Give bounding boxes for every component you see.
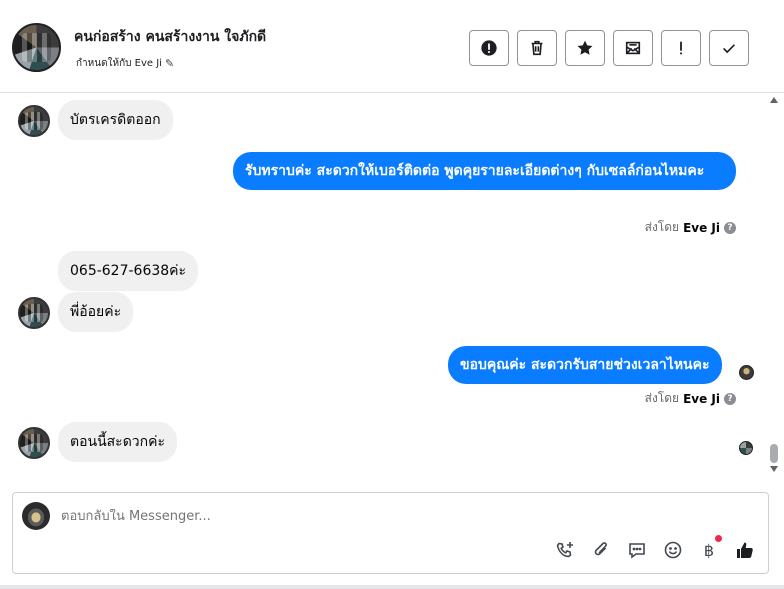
star-button[interactable] bbox=[565, 30, 605, 66]
mark-spam-button[interactable] bbox=[469, 30, 509, 66]
scroll-down-arrow[interactable] bbox=[770, 466, 778, 472]
incoming-message[interactable]: พี่อ้อยค่ะ bbox=[58, 292, 134, 332]
contact-avatar-small bbox=[18, 427, 50, 459]
star-icon bbox=[577, 40, 593, 55]
conversation-header: คนก่อสร้าง คนสร้างงาน ใจภักดี กำหนดให้กั… bbox=[0, 0, 784, 93]
reply-input[interactable] bbox=[61, 509, 561, 524]
sent-by-label: ส่งโดย Eve Ji ? bbox=[645, 389, 736, 408]
baht-icon: ฿ bbox=[703, 540, 715, 560]
call-add-icon[interactable] bbox=[554, 539, 576, 561]
delete-button[interactable] bbox=[517, 30, 557, 66]
attachment-icon[interactable] bbox=[590, 539, 612, 561]
message-thread: บัตรเครดิตออก รับทราบค่ะ สะดวกให้เบอร์ติ… bbox=[0, 94, 784, 486]
exclamation-icon bbox=[680, 41, 682, 55]
read-receipt-avatar bbox=[739, 365, 754, 380]
sent-by-prefix: ส่งโดย bbox=[644, 391, 680, 405]
contact-name[interactable]: คนก่อสร้าง คนสร้างงาน ใจภักดี bbox=[74, 26, 266, 48]
seen-avatar bbox=[739, 441, 753, 455]
envelope-icon bbox=[625, 41, 641, 55]
outgoing-message[interactable]: ขอบคุณค่ะ สะดวกรับสายช่วงเวลาไหนคะ bbox=[448, 346, 722, 384]
emoji-icon[interactable] bbox=[662, 539, 684, 561]
sent-by-name: Eve Ji bbox=[683, 391, 720, 406]
contact-avatar[interactable] bbox=[12, 23, 61, 72]
notification-dot bbox=[715, 535, 722, 542]
sent-by-label: ส่งโดย Eve Ji ? bbox=[645, 218, 736, 237]
saved-replies-icon[interactable] bbox=[626, 539, 648, 561]
sent-by-name: Eve Ji bbox=[683, 220, 720, 235]
help-icon[interactable]: ? bbox=[724, 392, 736, 405]
mark-unread-button[interactable] bbox=[613, 30, 653, 66]
scroll-up-arrow[interactable] bbox=[770, 97, 778, 103]
payment-icon[interactable]: ฿ bbox=[698, 535, 722, 561]
mark-done-button[interactable] bbox=[709, 30, 749, 66]
incoming-message[interactable]: 065-627-6638ค่ะ bbox=[58, 251, 199, 291]
assign-link[interactable]: กำหนดให้กับ Eve Ji ✎ bbox=[76, 56, 174, 71]
trash-icon bbox=[531, 40, 543, 56]
help-icon[interactable]: ? bbox=[724, 221, 736, 234]
assign-label: กำหนดให้กับ Eve Ji bbox=[76, 58, 162, 69]
bottom-divider bbox=[0, 585, 784, 589]
checkmark-icon bbox=[723, 44, 735, 54]
outgoing-message[interactable]: รับทราบค่ะ สะดวกให้เบอร์ติดต่อ พูดคุยราย… bbox=[233, 152, 736, 190]
contact-avatar-small bbox=[18, 105, 50, 137]
exclamation-circle-icon bbox=[481, 40, 497, 56]
contact-avatar-small bbox=[18, 297, 50, 329]
scrollbar-thumb[interactable] bbox=[770, 444, 778, 463]
pencil-icon: ✎ bbox=[164, 57, 175, 70]
sent-by-prefix: ส่งโดย bbox=[644, 220, 680, 234]
thumbs-up-icon[interactable] bbox=[734, 539, 756, 561]
incoming-message[interactable]: ตอนนี้สะดวกค่ะ bbox=[58, 422, 178, 462]
composer-toolbar: ฿ bbox=[554, 535, 756, 561]
reply-composer: ฿ bbox=[12, 492, 769, 574]
incoming-message[interactable]: บัตรเครดิตออก bbox=[58, 100, 173, 140]
important-button[interactable] bbox=[661, 30, 701, 66]
page-avatar bbox=[22, 502, 50, 530]
